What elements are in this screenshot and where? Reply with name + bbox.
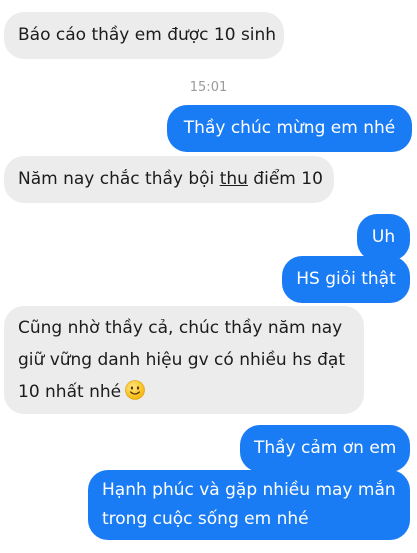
chat-thread: Báo cáo thầy em được 10 sinh 15:01 Thầy …	[0, 0, 417, 553]
message-text: Năm nay chắc thầy bội	[18, 169, 220, 189]
message-line-with-emoji: 10 nhất nhé	[18, 376, 350, 408]
message-incoming[interactable]: Năm nay chắc thầy bội thu điểm 10	[4, 156, 334, 203]
message-line: trong cuộc sống em nhé	[102, 509, 309, 529]
message-text: 10 nhất nhé	[18, 382, 122, 402]
message-incoming[interactable]: Cũng nhờ thầy cả, chúc thầy năm nay giữ …	[4, 306, 364, 414]
message-text: HS giỏi thật	[296, 269, 396, 289]
message-text: Uh	[371, 227, 396, 247]
message-text: Thầy cảm ơn em	[254, 438, 397, 458]
message-text: Báo cáo thầy em được 10 sinh	[18, 25, 277, 45]
message-outgoing[interactable]: Thầy chúc mừng em nhé	[167, 105, 412, 152]
message-line: Hạnh phúc và gặp nhiều may mắn	[102, 480, 396, 500]
message-incoming[interactable]: Báo cáo thầy em được 10 sinh	[4, 12, 284, 59]
message-outgoing[interactable]: Uh	[357, 214, 410, 261]
message-line: Cũng nhờ thầy cả, chúc thầy năm nay	[18, 318, 343, 338]
slightly-smiling-face-icon	[125, 380, 145, 400]
message-outgoing[interactable]: Hạnh phúc và gặp nhiều may mắn trong cuộ…	[88, 470, 410, 540]
message-line: giữ vững danh hiệu gv có nhiều hs đạt	[18, 350, 346, 370]
message-outgoing[interactable]: Thầy cảm ơn em	[240, 425, 410, 472]
message-underlined-word: thu	[219, 169, 248, 189]
message-text: Thầy chúc mừng em nhé	[183, 118, 396, 138]
message-timestamp: 15:01	[189, 80, 228, 95]
message-text: điểm 10	[247, 169, 323, 189]
message-outgoing[interactable]: HS giỏi thật	[282, 256, 410, 303]
